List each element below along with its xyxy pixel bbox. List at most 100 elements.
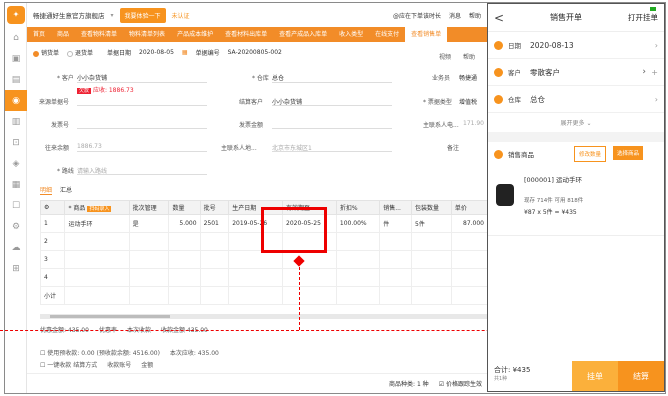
cell-expiry[interactable] — [282, 268, 337, 287]
cell-expiry[interactable] — [282, 250, 337, 269]
amount-field[interactable]: 金额 — [141, 360, 153, 369]
price-track-checkbox[interactable]: ☑ 价格跟踪生效 — [439, 379, 482, 388]
open-hold-button[interactable]: 打开挂单 — [628, 12, 658, 23]
tab-goods[interactable]: 商品 — [51, 27, 75, 42]
cell-lot[interactable] — [199, 250, 230, 269]
tab-detail[interactable]: 明细 — [40, 185, 53, 195]
cell-batch[interactable] — [128, 250, 170, 269]
cell-lot[interactable] — [199, 268, 230, 287]
message-link[interactable]: 消息 — [449, 11, 461, 20]
account-field[interactable]: 收款账号 — [107, 360, 131, 369]
cell-batch[interactable] — [128, 268, 170, 287]
cell-pack[interactable]: 5件 — [411, 214, 452, 233]
salesman-select[interactable]: 畅捷通 — [459, 73, 477, 82]
promo-text[interactable]: @应在下单该时长 — [393, 11, 441, 20]
tab-online-pay[interactable]: 在线支付 — [369, 27, 405, 42]
table-scrollbar[interactable] — [40, 314, 488, 319]
inventory-icon[interactable]: ▤ — [5, 69, 27, 90]
purchase-icon[interactable]: ▥ — [5, 111, 27, 132]
modify-qty-button[interactable]: 修改数量 — [574, 146, 607, 162]
cell-discount[interactable] — [335, 232, 381, 251]
sales-icon[interactable]: ◉ — [5, 90, 27, 111]
mobile-customer-row[interactable]: 客户 零散客户 › + — [488, 59, 664, 86]
cell-prod-date[interactable] — [228, 250, 284, 269]
grid-icon[interactable]: ⊞ — [5, 258, 27, 279]
table-row[interactable]: 4 — [39, 268, 489, 287]
unverified-badge[interactable]: 未认证 — [172, 11, 190, 20]
cell-qty[interactable] — [168, 232, 201, 251]
member-icon[interactable]: ☐ — [5, 195, 27, 216]
tab-product-in[interactable]: 查看产成品入库单 — [273, 27, 333, 42]
cell-goods[interactable] — [64, 232, 130, 251]
back-icon[interactable]: < — [494, 11, 504, 25]
tab-bom-list[interactable]: 物料清单列表 — [123, 27, 171, 42]
cell-price[interactable]: 87.000 — [450, 214, 489, 233]
video-link[interactable]: 视频 — [439, 52, 451, 61]
cell-goods[interactable] — [64, 268, 130, 287]
cell-lot[interactable] — [199, 232, 230, 251]
home-icon[interactable]: ⌂ — [5, 27, 27, 48]
finance-icon[interactable]: ⊡ — [5, 132, 27, 153]
trial-button[interactable]: 我要体验一下 — [119, 7, 166, 23]
shop-name[interactable]: 畅捷通好生意官方旗舰店 — [33, 10, 105, 20]
cell-goods[interactable]: 运动手环 — [64, 214, 130, 233]
chevron-down-icon[interactable]: ▾ — [111, 12, 114, 19]
expand-more[interactable]: 展开更多 ⌄ — [488, 113, 664, 132]
customer-input[interactable]: 小小杂货铺 — [77, 73, 107, 82]
help-link-form[interactable]: 帮助 — [463, 52, 475, 61]
cell-discount[interactable] — [335, 250, 381, 269]
radio-return[interactable]: 退货单 — [67, 48, 93, 57]
cell-unit[interactable] — [379, 268, 413, 287]
tab-bom-view[interactable]: 查看物料清单 — [75, 27, 123, 42]
cell-pack[interactable] — [411, 232, 452, 251]
select-goods-button[interactable]: 选择商品 — [613, 146, 644, 160]
cell-pack[interactable] — [411, 250, 452, 269]
help-link[interactable]: 帮助 — [469, 11, 481, 20]
cell-prod-date[interactable] — [228, 268, 284, 287]
cell-batch[interactable]: 是 — [128, 214, 170, 233]
cell-discount[interactable]: 100.00% — [335, 214, 381, 233]
cell-price[interactable] — [450, 268, 489, 287]
cell-qty[interactable]: 5.000 — [168, 214, 201, 233]
radio-sale[interactable]: 销货单 — [33, 48, 59, 57]
scrollbar-thumb[interactable] — [50, 315, 170, 318]
mobile-date-row[interactable]: 日期 2020-08-13 › — [488, 32, 664, 59]
tab-sales-order[interactable]: 查看销售单 — [405, 27, 448, 42]
tab-cost[interactable]: 产品成本维护 — [171, 27, 219, 42]
warehouse-select[interactable]: 总仓 — [272, 73, 284, 82]
calendar-icon[interactable]: ▣ — [5, 48, 27, 69]
calendar-icon[interactable]: ▦ — [182, 49, 188, 56]
report-icon[interactable]: ◈ — [5, 153, 27, 174]
invoice-type-select[interactable]: 增值税 — [459, 97, 477, 106]
cell-qty[interactable] — [168, 268, 201, 287]
cell-lot[interactable]: 2501 — [199, 214, 230, 233]
table-row[interactable]: 3 — [39, 250, 489, 269]
cell-discount[interactable] — [335, 268, 381, 287]
cell-unit[interactable]: 件 — [379, 214, 413, 233]
hold-button[interactable]: 挂单 — [572, 361, 618, 391]
shop-icon[interactable]: ▦ — [5, 174, 27, 195]
cell-pack[interactable] — [411, 268, 452, 287]
cloud-icon[interactable]: ☁ — [5, 237, 27, 258]
tab-home[interactable]: 首页 — [27, 27, 51, 42]
checkout-button[interactable]: 结算 — [618, 361, 664, 391]
cell-batch[interactable] — [128, 232, 170, 251]
date-value[interactable]: 2020-08-05 — [139, 49, 174, 56]
tab-income-type[interactable]: 收入类型 — [333, 27, 369, 42]
cell-price[interactable] — [450, 250, 489, 269]
cell-qty[interactable] — [168, 250, 201, 269]
settings-icon[interactable]: ⚙ — [39, 200, 66, 215]
cell-unit[interactable] — [379, 250, 413, 269]
goods-item[interactable]: [000001] 运动手环 现存 714件 可用 818件 ¥87 x 5件 =… — [488, 166, 664, 236]
cell-goods[interactable] — [64, 250, 130, 269]
scan-badge[interactable]: 扫码录入 — [87, 206, 112, 212]
tab-material-out[interactable]: 查看材料出库单 — [219, 27, 273, 42]
prepaid-checkbox[interactable]: ☐ 使用预收款: 0.00 (预收款余额: 4516.00) — [40, 348, 160, 357]
add-icon[interactable]: + — [651, 68, 658, 77]
cell-unit[interactable] — [379, 232, 413, 251]
settings-icon[interactable]: ⚙ — [5, 216, 27, 237]
tab-summary[interactable]: 汇总 — [60, 185, 72, 195]
cell-price[interactable] — [450, 232, 489, 251]
mobile-warehouse-row[interactable]: 仓库 总仓 › — [488, 86, 664, 113]
onekey-checkbox[interactable]: ☐ 一键收款 结算方式 — [40, 360, 97, 369]
